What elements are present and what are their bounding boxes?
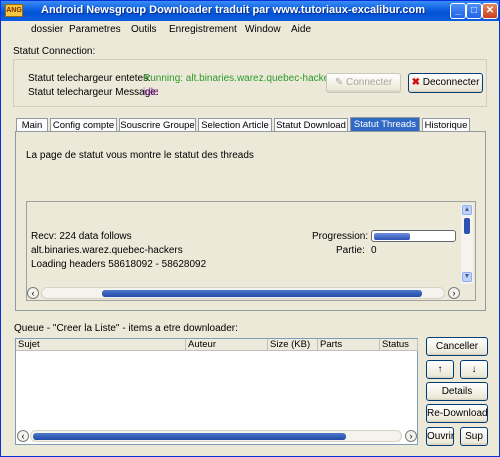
redownload-button[interactable]: Re-Download [426,404,488,423]
menu-enregistrement[interactable]: Enregistrement [169,24,237,35]
thread-vscrollbar[interactable]: ▲ ▼ [461,204,473,284]
thread-hscroll-thumb[interactable] [102,290,422,297]
move-down-button[interactable]: ↓ [460,360,488,379]
window-title: Android Newsgroup Downloader traduit par… [41,4,426,16]
tab-statut-download[interactable]: Statut Download [274,118,348,132]
thread-group-text: alt.binaries.warez.quebec-hackers [31,245,183,256]
minimize-button[interactable]: _ [450,3,466,19]
message-status-label: Statut telechargeur Message: [28,87,159,98]
menu-dossier[interactable]: dossier [31,24,63,35]
threads-description: La page de statut vous montre le statut … [26,150,254,161]
arrow-up-icon: ↑ [437,364,443,375]
thread-loading-text: Loading headers 58618092 - 58628092 [31,259,207,270]
tab-historique[interactable]: Historique [422,118,470,132]
thread-scroll-right-icon[interactable]: › [448,287,460,299]
col-header-size[interactable]: Size (KB) [268,339,318,351]
header-status-label: Statut telechargeur entetes: [28,73,151,84]
details-button[interactable]: Details [426,382,488,401]
minimize-icon: _ [455,5,461,16]
app-window: ANG Android Newsgroup Downloader traduit… [0,0,500,457]
partie-value: 0 [371,245,377,256]
connection-section-title: Statut Connection: [13,46,96,57]
header-status-value: Running: alt.binaries.warez.quebec-hacke… [143,73,338,84]
open-button[interactable]: Ouvrir [426,427,454,446]
message-status-value: idle [143,87,159,98]
progression-fill [374,233,411,240]
connect-icon: ✎ [334,77,344,88]
tab-main[interactable]: Main [16,118,48,132]
thread-vscroll-thumb[interactable] [464,218,470,234]
close-button[interactable]: ✕ [482,3,498,19]
disconnect-label: Deconnecter [422,77,480,88]
disconnect-icon: ✖ [411,77,420,88]
thread-hscrollbar[interactable] [41,287,445,299]
tab-souscrire-groupe[interactable]: Souscrire Groupe [119,118,196,132]
progression-bar [371,230,456,242]
tab-selection-article[interactable]: Selection Article [198,118,272,132]
disconnect-button[interactable]: ✖ Deconnecter [408,73,483,93]
scroll-down-icon[interactable]: ▼ [462,272,472,282]
menu-outils[interactable]: Outils [131,24,157,35]
menu-parametres[interactable]: Parametres [69,24,121,35]
queue-hscrollbar[interactable] [30,430,402,442]
app-logo-icon: ANG [5,4,23,17]
menu-bar: dossier Parametres Outils Enregistrement… [1,21,499,39]
maximize-button[interactable]: □ [466,3,482,19]
thread-scroll-left-icon[interactable]: ‹ [27,287,39,299]
delete-button[interactable]: Sup [460,427,488,446]
queue-hscroll-thumb[interactable] [33,433,346,440]
tab-config-compte[interactable]: Config compte [50,118,117,132]
partie-label: Partie: [336,245,365,256]
col-header-auteur[interactable]: Auteur [186,339,268,351]
arrow-down-icon: ↓ [471,364,477,375]
col-header-parts[interactable]: Parts [318,339,380,351]
menu-aide[interactable]: Aide [291,24,311,35]
maximize-icon: □ [470,5,478,16]
queue-scroll-right-icon[interactable]: › [405,430,417,442]
title-bar[interactable]: ANG Android Newsgroup Downloader traduit… [1,1,499,21]
scroll-up-icon[interactable]: ▲ [462,205,472,215]
progression-label: Progression: [312,231,369,242]
connect-label: Connecter [346,77,393,88]
col-header-status[interactable]: Status [380,339,418,351]
cancel-button[interactable]: Canceller [426,337,488,356]
tab-statut-threads[interactable]: Statut Threads [350,117,420,132]
move-up-button[interactable]: ↑ [426,360,454,379]
close-icon: ✕ [485,5,495,16]
queue-list[interactable]: Sujet Auteur Size (KB) Parts Status ‹ › [15,338,418,445]
connect-button[interactable]: ✎ Connecter [326,73,401,93]
queue-scroll-left-icon[interactable]: ‹ [17,430,29,442]
thread-recv-text: Recv: 224 data follows [31,231,132,242]
queue-title: Queue - "Creer la Liste" - items a etre … [14,323,238,334]
col-header-sujet[interactable]: Sujet [16,339,186,351]
menu-window[interactable]: Window [245,24,281,35]
